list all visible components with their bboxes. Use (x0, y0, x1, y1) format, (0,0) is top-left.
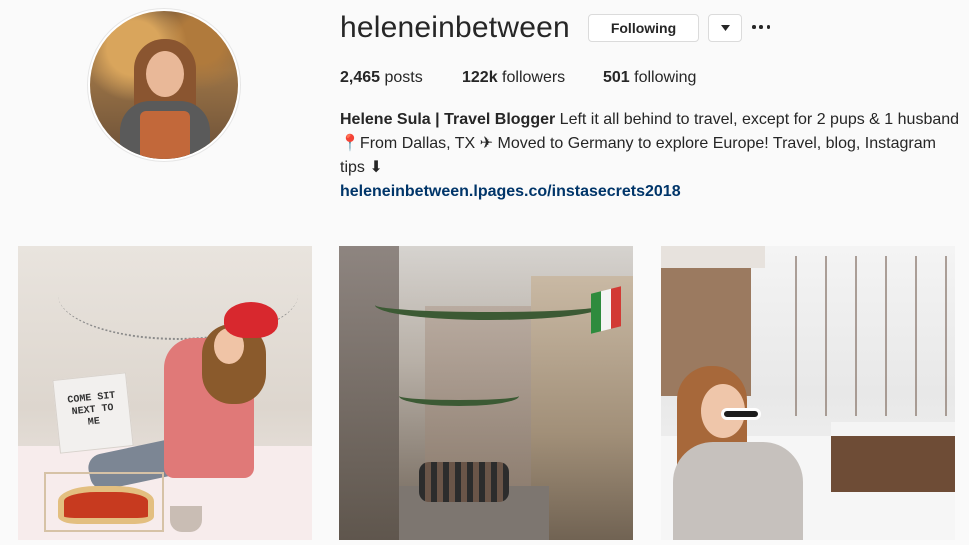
profile-bio: Helene Sula | Travel Blogger Left it all… (340, 108, 960, 204)
red-beret (224, 302, 278, 338)
stat-posts: 2,465 posts (340, 69, 423, 87)
snowy-trees (781, 256, 951, 416)
following-count: 501 (603, 69, 630, 86)
chevron-down-icon (720, 25, 730, 31)
posts-count: 2,465 (340, 69, 381, 86)
avatar[interactable] (90, 11, 238, 159)
italian-flag (591, 286, 621, 334)
following-button[interactable]: Following (588, 14, 699, 42)
following-label: following (634, 69, 697, 86)
post-thumbnail[interactable]: COME SIT NEXT TO ME (18, 246, 312, 540)
followers-count: 122k (462, 69, 498, 86)
cabin (831, 422, 955, 492)
suggestions-dropdown-button[interactable] (708, 14, 742, 42)
garland (399, 386, 519, 406)
pizza (58, 486, 154, 524)
avatar-face (146, 51, 184, 97)
more-options-icon[interactable] (752, 18, 770, 36)
stat-followers[interactable]: 122k followers (462, 69, 565, 87)
garland (375, 290, 605, 320)
bio-name: Helene Sula | Travel Blogger (340, 111, 556, 128)
stat-following[interactable]: 501 following (603, 69, 696, 87)
posts-label: posts (384, 69, 423, 86)
profile-username: heleneinbetween (340, 11, 570, 44)
coffee-cup (170, 506, 202, 532)
post-thumbnail[interactable] (339, 246, 633, 540)
post-thumbnail[interactable] (661, 246, 955, 540)
chalet-roof (661, 246, 765, 268)
sunglasses (721, 408, 761, 420)
sweater (673, 442, 803, 540)
bio-link[interactable]: heleneinbetween.lpages.co/instasecrets20… (340, 180, 960, 204)
avatar-overall (140, 111, 190, 159)
crowd (419, 462, 509, 502)
pillow: COME SIT NEXT TO ME (52, 372, 134, 454)
followers-label: followers (502, 69, 566, 86)
